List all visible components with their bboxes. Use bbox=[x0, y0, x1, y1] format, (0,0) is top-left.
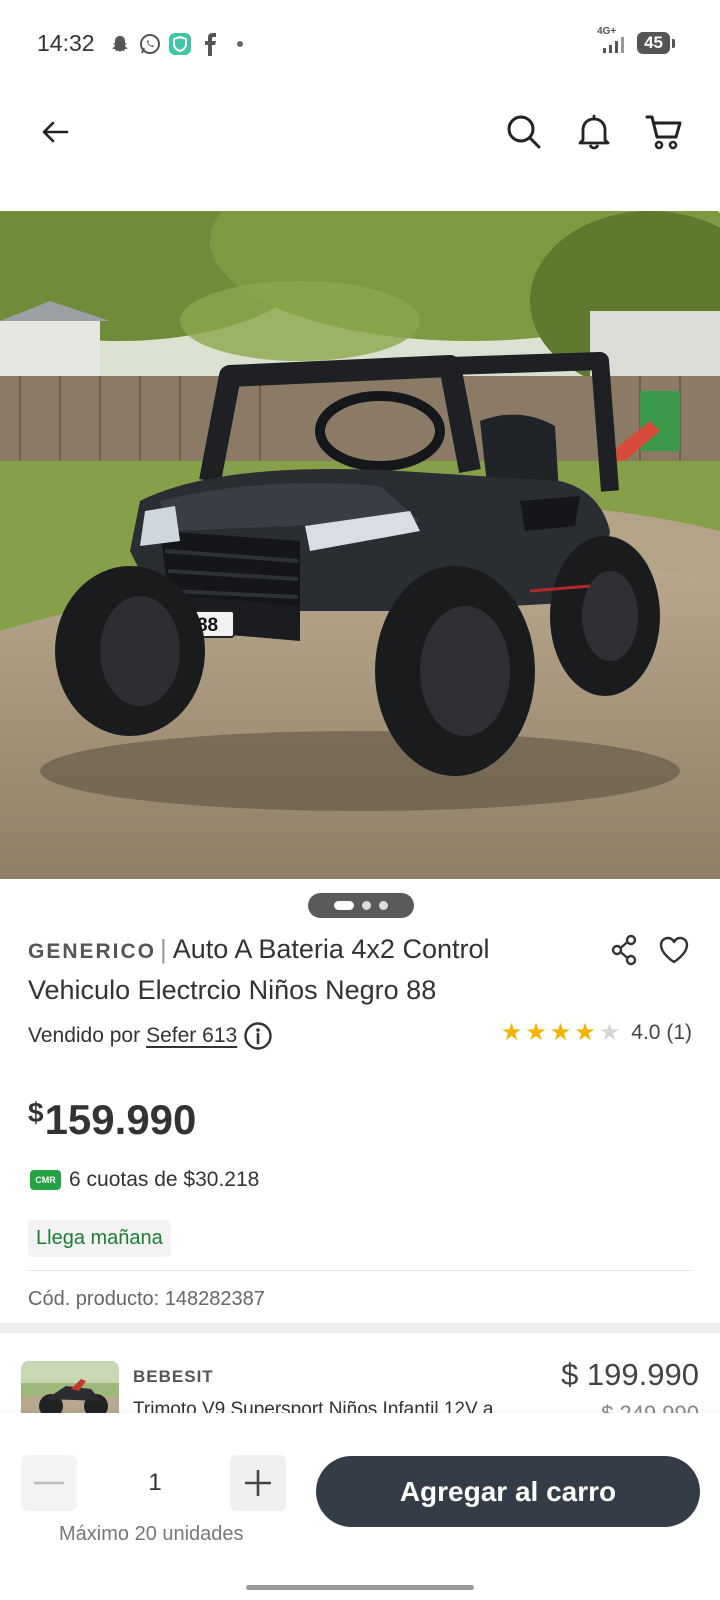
section-separator bbox=[0, 1323, 720, 1333]
whatsapp-icon bbox=[138, 32, 162, 56]
add-to-cart-button[interactable]: Agregar al carro bbox=[316, 1456, 700, 1527]
image-pager[interactable] bbox=[308, 893, 414, 918]
network-type: 4G+ bbox=[597, 26, 617, 37]
favorite-button[interactable] bbox=[655, 932, 693, 968]
price-value: 159.990 bbox=[44, 1096, 197, 1143]
star-filled-icon: ★ bbox=[525, 1019, 547, 1046]
top-navigation bbox=[0, 92, 720, 172]
minus-icon bbox=[34, 1481, 64, 1485]
status-right: 4G+ 45 bbox=[597, 26, 675, 54]
share-button[interactable] bbox=[606, 932, 642, 968]
seller-link[interactable]: Sefer 613 bbox=[146, 1024, 237, 1048]
info-icon bbox=[244, 1022, 272, 1050]
app-shield-icon bbox=[168, 32, 192, 56]
seller-row: Vendido por Sefer 613 bbox=[28, 1021, 273, 1051]
info-button[interactable] bbox=[243, 1021, 273, 1051]
seller-prefix: Vendido por bbox=[28, 1024, 141, 1047]
cmr-badge: CMR bbox=[30, 1170, 61, 1190]
recommendation-thumbnail[interactable] bbox=[21, 1361, 119, 1413]
back-button[interactable] bbox=[33, 110, 77, 154]
price-currency: $ bbox=[28, 1097, 44, 1128]
star-filled-icon: ★ bbox=[574, 1019, 596, 1046]
product-image[interactable]: 5588 bbox=[0, 211, 720, 879]
search-button[interactable] bbox=[502, 110, 546, 154]
cart-icon bbox=[645, 115, 682, 150]
product-sku: Cód. producto: 148282387 bbox=[28, 1288, 265, 1310]
recommendation-name[interactable]: Trimoto V9 Supersport Niños Infantil 12V… bbox=[133, 1399, 533, 1413]
pager-dot[interactable] bbox=[379, 901, 388, 910]
rating-text: 4.0 (1) bbox=[631, 1021, 692, 1044]
star-filled-icon: ★ bbox=[500, 1019, 523, 1046]
rating-stars: ★ ★ ★ ★ ★ bbox=[501, 1021, 621, 1045]
max-quantity-text: Máximo 20 unidades bbox=[59, 1523, 244, 1545]
pager-dot[interactable] bbox=[334, 901, 354, 910]
pager-dot[interactable] bbox=[362, 901, 371, 910]
bell-icon bbox=[578, 114, 610, 150]
status-bar: 14:32 4G+ 45 bbox=[0, 0, 720, 92]
plus-icon bbox=[245, 1470, 271, 1496]
product-price: $159.990 bbox=[28, 1096, 196, 1144]
product-brand[interactable]: GENERICO bbox=[28, 940, 156, 963]
installments-row: CMR 6 cuotas de $30.218 bbox=[30, 1168, 259, 1192]
back-arrow-icon bbox=[42, 121, 69, 143]
star-filled-icon: ★ bbox=[549, 1019, 572, 1046]
battery-indicator: 45 bbox=[637, 32, 675, 54]
notifications-button[interactable] bbox=[572, 110, 616, 154]
delivery-badge: Llega mañana bbox=[28, 1220, 171, 1257]
rating[interactable]: ★ ★ ★ ★ ★ 4.0 (1) bbox=[501, 1021, 692, 1045]
share-icon bbox=[611, 934, 637, 966]
dot-icon bbox=[228, 32, 252, 56]
heart-icon bbox=[659, 936, 689, 964]
signal-icon: 4G+ bbox=[597, 26, 627, 54]
status-time: 14:32 bbox=[37, 30, 95, 56]
snapchat-icon bbox=[108, 32, 132, 56]
recommendation-price: $ 199.990 bbox=[561, 1357, 699, 1392]
recommendation-brand: BEBESIT bbox=[133, 1367, 214, 1386]
quantity-decrease-button[interactable] bbox=[21, 1455, 77, 1511]
star-empty-icon: ★ bbox=[598, 1019, 621, 1046]
home-indicator[interactable] bbox=[246, 1585, 474, 1590]
notification-icons bbox=[108, 32, 252, 56]
quantity-value[interactable]: 1 bbox=[130, 1469, 180, 1497]
cart-button[interactable] bbox=[642, 110, 686, 154]
facebook-icon bbox=[198, 32, 222, 56]
purchase-bar: 1 Máximo 20 unidades Agregar al carro bbox=[0, 1413, 720, 1600]
search-icon bbox=[507, 115, 541, 149]
installments-text: 6 cuotas de $30.218 bbox=[69, 1168, 260, 1191]
recommendation-card[interactable]: BEBESIT Trimoto V9 Supersport Niños Infa… bbox=[0, 1333, 720, 1413]
recommendation-old-price: $ 249.990 bbox=[601, 1401, 699, 1413]
divider bbox=[28, 1270, 692, 1271]
quantity-increase-button[interactable] bbox=[230, 1455, 286, 1511]
product-title-block: GENERICO | Auto A Bateria 4x2 Control Vehi… bbox=[28, 931, 588, 1013]
title-separator: | bbox=[160, 934, 167, 964]
